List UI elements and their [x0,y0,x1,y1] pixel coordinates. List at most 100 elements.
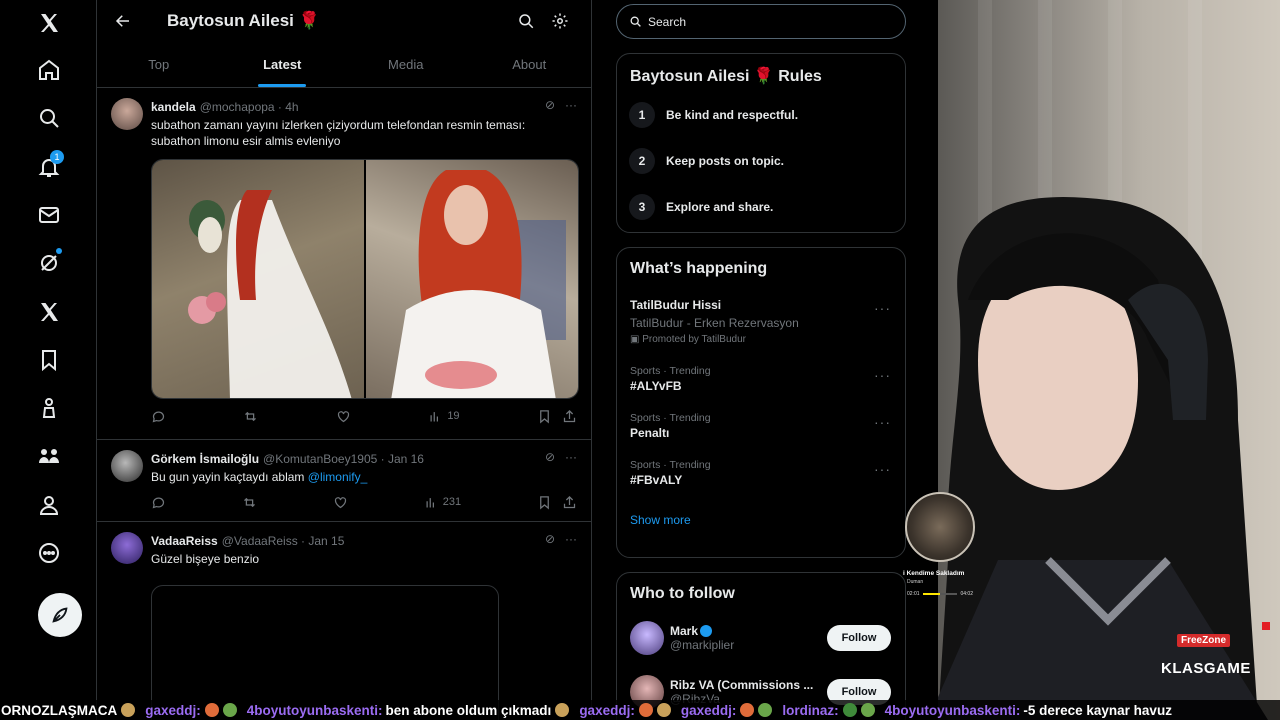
avatar[interactable] [630,621,664,655]
like-button[interactable] [333,495,348,510]
rule-item[interactable]: 3 Explore and share. [617,184,905,230]
compose-post-button[interactable] [38,593,82,637]
reply-button[interactable] [151,409,166,424]
grok-icon[interactable]: ⊘ [545,98,555,112]
ticker-user: 4boyutoyunbaskenti: [246,702,383,718]
post-author-handle[interactable]: @KomutanBoey1905 · Jan 16 [263,452,424,466]
ticker-message: ben abone oldum çıkmadı [385,702,552,718]
share-icon[interactable] [562,495,577,510]
chat-ticker: ORNOZLAŞMACA gaxeddj: 4boyutoyunbaskenti… [0,700,1280,720]
grok-icon[interactable]: ⊘ [545,450,555,464]
trend-item[interactable]: Sports · Trending #ALYvFB ··· [617,365,905,393]
freezone-logo: FreeZone [1177,634,1231,647]
community-header: Baytosun Ailesi 🌹 [97,0,591,42]
tab-latest[interactable]: Latest [221,42,345,87]
post-author-handle[interactable]: @VadaaReiss · Jan 15 [222,534,345,548]
avatar[interactable] [111,450,143,482]
tab-top[interactable]: Top [97,42,221,87]
rule-number: 3 [629,194,655,220]
post[interactable]: VadaaReiss @VadaaReiss · Jan 15 ⊘ ··· Gü… [97,522,591,720]
song-artist: Duman [907,579,924,585]
ticker-item: gaxeddj: [678,703,773,718]
profile-icon[interactable] [26,482,72,528]
gear-icon[interactable] [543,4,577,38]
avatar[interactable] [111,532,143,564]
rule-text: Keep posts on topic. [666,154,785,168]
drawing-left-image [152,160,364,398]
views-icon [426,497,434,507]
premium-x-icon[interactable] [26,289,72,335]
post-author-handle[interactable]: @mochapopa · 4h [200,100,299,114]
more-options-icon[interactable]: ··· [874,300,891,316]
trend-item[interactable]: Sports · Trending Penaltı ··· [617,412,905,440]
more-options-icon[interactable]: ··· [874,461,891,477]
post-text: subathon zamanı yayını izlerken çiziyord… [151,118,526,148]
more-icon[interactable] [26,530,72,576]
post-author-name[interactable]: VadaaReiss [151,534,218,548]
bookmark-icon[interactable] [537,495,552,510]
klasgame-logo: KLASGAME [1161,660,1251,677]
more-options-icon[interactable]: ··· [565,532,577,546]
community-title: Baytosun Ailesi 🌹 [167,11,320,30]
grok-icon[interactable]: ⊘ [545,532,555,546]
like-button[interactable] [336,409,351,424]
more-options-icon[interactable]: ··· [565,450,577,464]
x-logo-icon[interactable] [26,0,72,46]
red-square-marker [1262,622,1270,630]
promoted-trend[interactable]: TatilBudur Hissi TatilBudur - Erken Reze… [617,298,905,345]
bookmark-icon[interactable] [537,409,552,424]
badge-icon [656,703,671,717]
post-author-name[interactable]: Görkem İsmailoğlu [151,452,259,466]
search-input[interactable]: Search [616,4,906,39]
tab-media[interactable]: Media [344,42,468,87]
follow-name: Mark [670,624,699,638]
grok-icon[interactable] [26,240,72,286]
post-image[interactable] [151,159,579,399]
ticker-user: gaxeddj: [145,702,201,718]
rule-item[interactable]: 1 Be kind and respectful. [617,92,905,138]
follow-button[interactable]: Follow [827,625,891,651]
follow-suggestion[interactable]: Mark @markiplier Follow [617,611,905,665]
follow-name: Ribz VA (Commissions ... [670,678,814,692]
post-author-name[interactable]: kandela [151,100,196,114]
views-button[interactable]: 19 [428,409,460,424]
share-icon[interactable] [562,409,577,424]
mention-link[interactable]: @limonify_ [308,470,368,484]
more-options-icon[interactable]: ··· [874,367,891,383]
heart-icon [337,410,349,422]
trend-topic: Penaltı [630,426,670,440]
repost-icon [243,497,255,507]
rule-item[interactable]: 2 Keep posts on topic. [617,138,905,184]
trend-meta: Sports · Trending [630,365,711,377]
home-icon[interactable] [26,47,72,93]
badge-icon [860,703,875,717]
ticker-user: gaxeddj: [680,702,737,718]
notifications-icon[interactable]: 1 [26,144,72,190]
webcam-overlay [938,0,1280,720]
post-text: Güzel bişeye benzio [151,552,260,566]
communities-icon[interactable] [26,433,72,479]
trend-item[interactable]: Sports · Trending #FBvALY ··· [617,459,905,487]
bookmarks-icon[interactable] [26,337,72,383]
tab-about[interactable]: About [468,42,592,87]
emote-icon [740,703,755,717]
avatar[interactable] [111,98,143,130]
jobs-icon[interactable] [26,385,72,431]
left-nav: 1 [0,0,96,720]
search-placeholder: Search [648,14,687,29]
views-button[interactable]: 231 [424,495,461,510]
more-options-icon[interactable]: ··· [565,98,577,112]
post[interactable]: kandela @mochapopa · 4h ⊘ ··· subathon z… [97,88,591,440]
reply-button[interactable] [151,495,166,510]
repost-button[interactable] [243,409,258,424]
explore-icon[interactable] [26,95,72,141]
more-options-icon[interactable]: ··· [874,414,891,430]
messages-icon[interactable] [26,192,72,238]
repost-button[interactable] [242,495,257,510]
post[interactable]: Görkem İsmailoğlu @KomutanBoey1905 · Jan… [97,440,591,522]
rule-number: 1 [629,102,655,128]
badge-icon [758,703,773,717]
search-icon[interactable] [509,4,543,38]
back-arrow-icon[interactable] [111,9,135,33]
show-more-link[interactable]: Show more [617,513,905,527]
